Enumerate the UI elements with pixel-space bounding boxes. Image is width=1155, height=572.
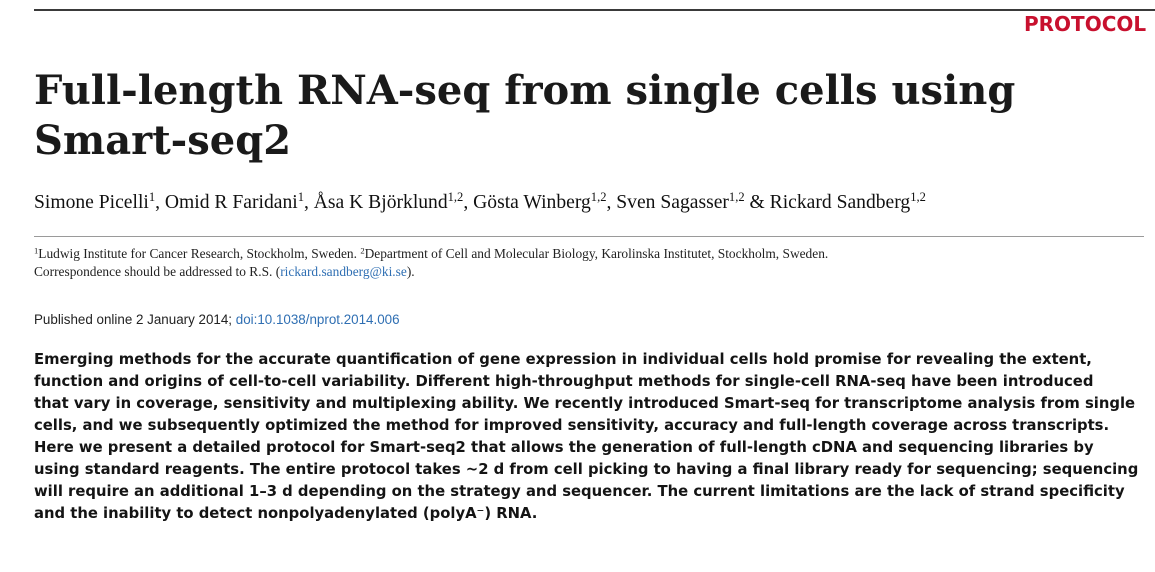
affiliation-text: Ludwig Institute for Cancer Research, St… [38, 246, 361, 261]
author-separator: & [744, 192, 770, 213]
correspondence-line: Correspondence should be addressed to R.… [34, 263, 1144, 281]
author-affiliation-mark: 1,2 [728, 190, 745, 205]
author-name: Simone Picelli [34, 192, 149, 213]
abstract-line: using standard reagents. The entire prot… [34, 461, 1139, 478]
abstract-line: function and origins of cell-to-cell var… [34, 373, 1094, 390]
correspondence-prefix: Correspondence should be addressed to R.… [34, 264, 281, 279]
separator-rule [34, 236, 1144, 237]
author-name: Rickard Sandberg [769, 192, 911, 213]
author-name: Åsa K Björklund [313, 192, 448, 213]
correspondence-email-link[interactable]: rickard.sandberg@ki.se [280, 264, 407, 279]
abstract-line: Emerging methods for the accurate quanti… [34, 351, 1092, 368]
author-separator: , [463, 192, 474, 213]
published-date: Published online 2 January 2014; [34, 312, 236, 327]
title-line-2: Smart-seq2 [34, 117, 292, 164]
article-page: PROTOCOL Full-length RNA-seq from single… [0, 0, 1155, 572]
author-list: Simone Picelli1, Omid R Faridani1, Åsa K… [34, 190, 926, 216]
abstract-line: will require an additional 1–3 d dependi… [34, 483, 1125, 500]
author-separator: , [606, 192, 617, 213]
abstract: Emerging methods for the accurate quanti… [34, 349, 1155, 525]
author-affiliation-mark: 1,2 [910, 190, 926, 205]
abstract-line: that vary in coverage, sensitivity and m… [34, 395, 1136, 412]
correspondence-suffix: ). [406, 264, 415, 279]
affiliation-line: 1Ludwig Institute for Cancer Research, S… [34, 245, 1144, 263]
author-separator: , [303, 192, 314, 213]
publication-info: Published online 2 January 2014; doi:10.… [34, 311, 400, 329]
top-rule [34, 9, 1155, 11]
author-name: Gösta Winberg [473, 192, 591, 213]
abstract-line: Here we present a detailed protocol for … [34, 439, 1094, 456]
title-line-1: Full-length RNA-seq from single cells us… [34, 67, 1016, 114]
author-name: Omid R Faridani [164, 192, 298, 213]
section-label: PROTOCOL [1024, 12, 1147, 36]
abstract-line: and the inability to detect nonpolyadeny… [34, 505, 538, 522]
article-title: Full-length RNA-seq from single cells us… [34, 66, 1124, 166]
affiliations: 1Ludwig Institute for Cancer Research, S… [34, 245, 1144, 281]
affiliation-text: Department of Cell and Molecular Biology… [364, 246, 829, 261]
abstract-line: cells, and we subsequently optimized the… [34, 417, 1110, 434]
author-separator: , [155, 192, 165, 213]
author-affiliation-mark: 1,2 [590, 190, 607, 205]
author-name: Sven Sagasser [616, 192, 729, 213]
doi-link[interactable]: doi:10.1038/nprot.2014.006 [236, 312, 400, 327]
author-affiliation-mark: 1,2 [447, 190, 464, 205]
